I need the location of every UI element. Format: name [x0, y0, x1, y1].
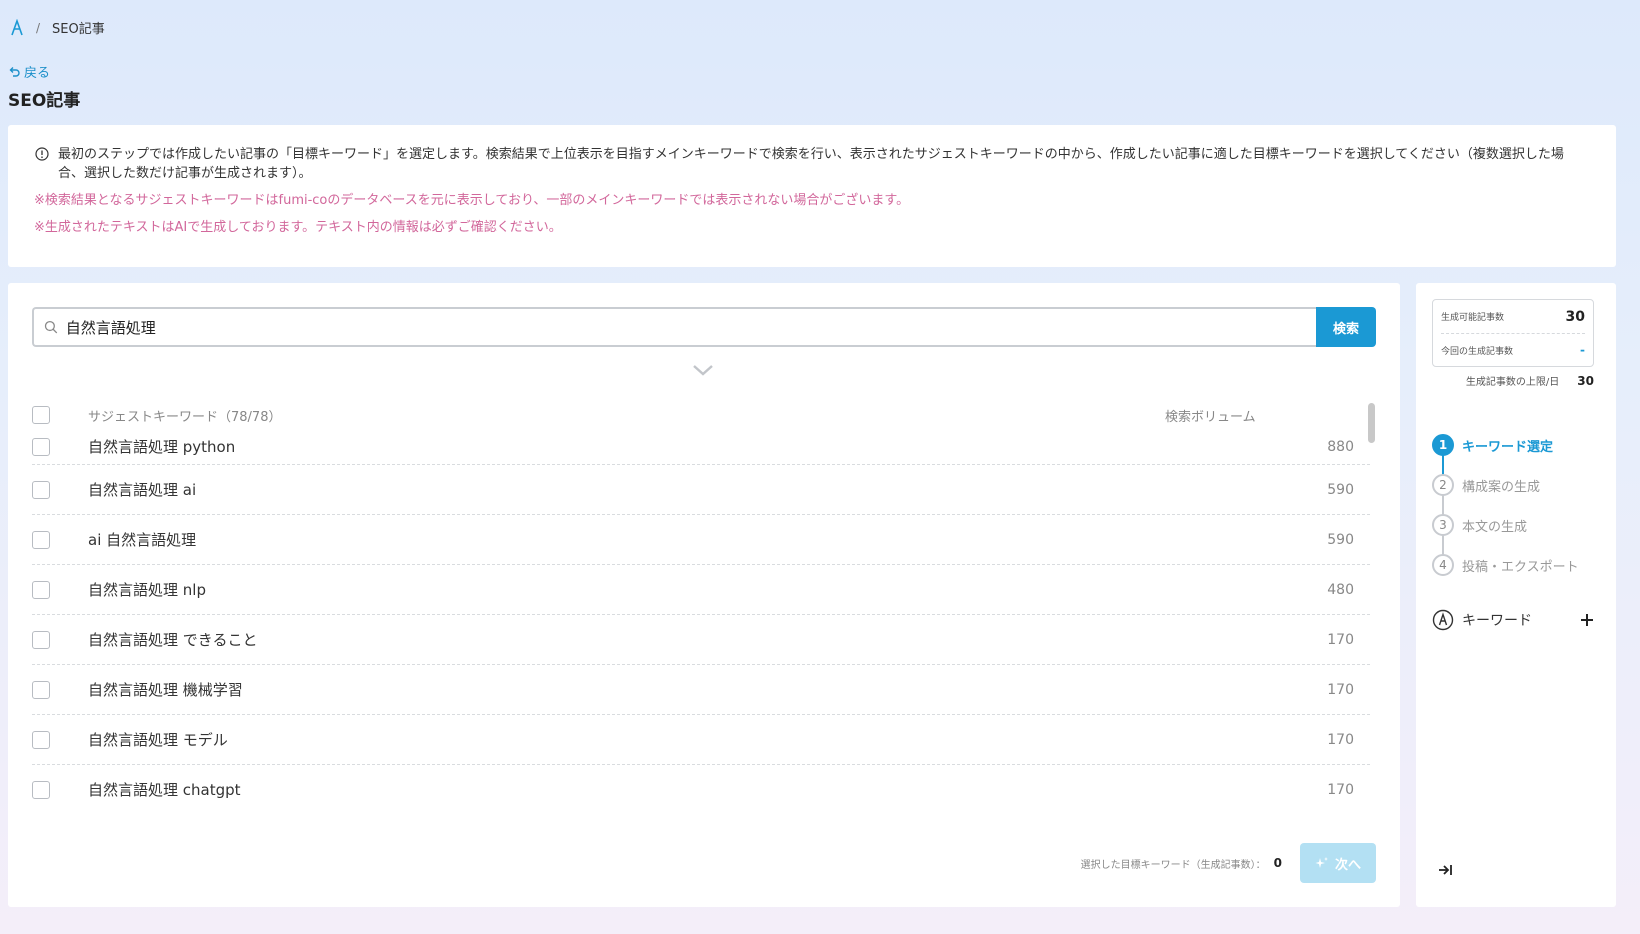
search-bar: 検索 [32, 307, 1376, 347]
selected-label: 選択した目標キーワード（生成記事数）： [1080, 859, 1266, 871]
page-title: SEO記事 [8, 91, 81, 111]
quota-current-value: - [1580, 343, 1585, 357]
keyword-text: 自然言語処理 モデル [88, 731, 228, 749]
info-main-text: 最初のステップでは作成したい記事の「目標キーワード」を選定します。検索結果で上位… [58, 147, 1564, 181]
keyword-text: 自然言語処理 できること [88, 631, 258, 649]
search-input[interactable] [65, 318, 1316, 336]
daily-limit-value: 30 [1577, 373, 1594, 388]
step-number: 4 [1432, 554, 1454, 576]
row-checkbox[interactable] [32, 630, 50, 649]
volume-text: 170 [1327, 681, 1354, 698]
daily-limit: 生成記事数の上限/日 30 [1432, 373, 1594, 389]
row-checkbox[interactable] [32, 680, 50, 699]
step-number: 2 [1432, 474, 1454, 496]
app-logo-icon[interactable] [10, 18, 24, 37]
row-checkbox[interactable] [32, 437, 50, 456]
list-item[interactable]: ai 自然言語処理 590 [32, 515, 1370, 565]
volume-text: 170 [1327, 781, 1354, 798]
volume-text: 880 [1327, 438, 1354, 455]
list-item[interactable]: 自然言語処理 機械学習 170 [32, 665, 1370, 715]
keyword-text: 自然言語処理 ai [88, 481, 197, 499]
back-link[interactable]: 戻る [8, 62, 50, 81]
quota-box: 生成可能記事数 30 今回の生成記事数 - [1432, 299, 1594, 367]
step-post-export[interactable]: 4 投稿・エクスポート [1432, 545, 1579, 585]
step-number: 1 [1432, 434, 1454, 456]
select-all-checkbox[interactable] [32, 406, 50, 424]
quota-available-value: 30 [1565, 308, 1585, 325]
search-button[interactable]: 検索 [1316, 307, 1376, 347]
volume-text: 590 [1327, 481, 1354, 498]
keyword-text: 自然言語処理 python [88, 438, 236, 456]
search-icon [44, 320, 58, 334]
list-scrollbar[interactable] [1368, 401, 1376, 801]
step-label: 本文の生成 [1462, 519, 1528, 535]
breadcrumb: / SEO記事 [10, 18, 105, 37]
daily-limit-label: 生成記事数の上限/日 [1465, 377, 1560, 388]
volume-text: 170 [1327, 731, 1354, 748]
search-box [32, 307, 1316, 347]
volume-text: 590 [1327, 531, 1354, 548]
keyword-text: 自然言語処理 機械学習 [88, 681, 243, 699]
list-item[interactable]: 自然言語処理 nlp 480 [32, 565, 1370, 615]
header-keyword: サジェストキーワード（78/78） [88, 409, 282, 425]
keyword-logo-icon [1432, 609, 1454, 631]
sparkle-icon [1315, 857, 1328, 868]
back-label: 戻る [24, 66, 51, 81]
step-body-generation[interactable]: 3 本文の生成 [1432, 505, 1579, 555]
volume-text: 170 [1327, 631, 1354, 648]
info-note-ai: ※生成されたテキストはAIで生成しております。テキスト内の情報は必ずご確認くださ… [34, 220, 562, 235]
list-item[interactable]: 自然言語処理 ai 590 [32, 465, 1370, 515]
breadcrumb-separator: / [36, 20, 41, 35]
breadcrumb-current: SEO記事 [52, 22, 105, 37]
info-note-database: ※検索結果となるサジェストキーワードはfumi-coのデータベースを元に表示して… [34, 193, 910, 208]
keyword-list: サジェストキーワード（78/78） 検索ボリューム 自然言語処理 python … [32, 401, 1376, 801]
info-circle-icon [35, 147, 49, 161]
quota-current-label: 今回の生成記事数 [1441, 346, 1514, 357]
header-volume: 検索ボリューム [1165, 409, 1256, 425]
collapse-right-icon[interactable] [1438, 863, 1454, 877]
list-header: サジェストキーワード（78/78） 検索ボリューム [32, 401, 1376, 429]
step-label: 投稿・エクスポート [1462, 559, 1579, 575]
quota-available-label: 生成可能記事数 [1441, 313, 1505, 323]
step-list: 1 キーワード選定 2 構成案の生成 3 本文の生成 4 投稿・エクスポート [1432, 425, 1579, 585]
list-item[interactable]: 自然言語処理 モデル 170 [32, 715, 1370, 765]
info-panel: 最初のステップでは作成したい記事の「目標キーワード」を選定します。検索結果で上位… [8, 125, 1616, 267]
keyword-section-label: キーワード [1462, 613, 1532, 629]
undo-arrow-icon [9, 66, 20, 77]
row-checkbox[interactable] [32, 530, 50, 549]
keyword-text: 自然言語処理 chatgpt [88, 781, 241, 799]
row-checkbox[interactable] [32, 730, 50, 749]
chevron-down-icon[interactable] [692, 363, 714, 377]
selected-count: 0 [1273, 856, 1282, 870]
plus-icon[interactable] [1580, 613, 1594, 627]
step-outline-generation[interactable]: 2 構成案の生成 [1432, 465, 1579, 515]
row-checkbox[interactable] [32, 480, 50, 499]
keyword-text: 自然言語処理 nlp [88, 581, 206, 599]
list-item[interactable]: 自然言語処理 python 880 [32, 429, 1370, 465]
step-label: 構成案の生成 [1462, 479, 1541, 495]
scrollbar-thumb[interactable] [1368, 403, 1375, 443]
list-item[interactable]: 自然言語処理 chatgpt 170 [32, 765, 1370, 801]
step-number: 3 [1432, 514, 1454, 536]
keyword-text: ai 自然言語処理 [88, 531, 197, 549]
selection-footer: 選択した目標キーワード（生成記事数）： 0 次へ [1081, 843, 1376, 883]
workflow-sidebar: 生成可能記事数 30 今回の生成記事数 - 生成記事数の上限/日 30 1 キー… [1416, 283, 1616, 907]
volume-text: 480 [1327, 581, 1354, 598]
list-item[interactable]: 自然言語処理 できること 170 [32, 615, 1370, 665]
step-label: キーワード選定 [1462, 439, 1554, 455]
step-keyword-selection[interactable]: 1 キーワード選定 [1432, 425, 1579, 475]
next-button[interactable]: 次へ [1300, 843, 1376, 883]
next-label: 次へ [1334, 857, 1361, 873]
row-checkbox[interactable] [32, 780, 50, 799]
keyword-section: キーワード [1432, 609, 1594, 631]
keyword-search-panel: 検索 サジェストキーワード（78/78） 検索ボリューム 自然言語処理 pyth… [8, 283, 1400, 907]
row-checkbox[interactable] [32, 580, 50, 599]
